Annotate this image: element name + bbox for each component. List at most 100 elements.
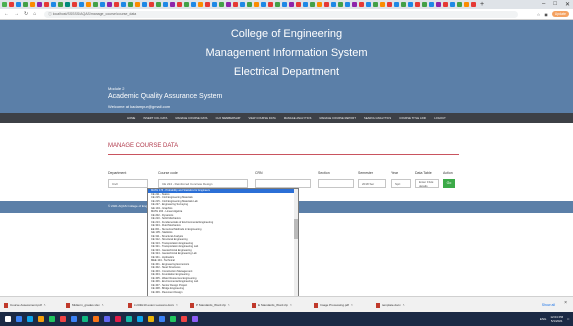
clock[interactable]: 12:04 PM 5/1/2021 (550, 315, 563, 323)
browser-tab-favicon[interactable] (205, 2, 210, 7)
browser-tab-favicon[interactable] (163, 2, 168, 7)
taskbar-app-icon[interactable] (181, 316, 187, 322)
browser-tab-favicon[interactable] (240, 2, 245, 7)
browser-tab-favicon[interactable] (352, 2, 357, 7)
browser-tab-favicon[interactable] (184, 2, 189, 7)
reload-icon[interactable]: ↻ (24, 11, 28, 17)
maximize-icon[interactable]: □ (553, 1, 557, 8)
home-icon[interactable]: ⌂ (33, 11, 36, 17)
browser-tab-favicon[interactable] (121, 2, 126, 7)
browser-tab-favicon[interactable] (72, 2, 77, 7)
go-button[interactable]: Go (443, 179, 455, 188)
browser-tab-favicon[interactable] (149, 2, 154, 7)
nav-item-0[interactable]: HOME (127, 117, 135, 120)
browser-tab-favicon[interactable] (338, 2, 343, 7)
taskbar-app-icon[interactable] (71, 316, 77, 322)
download-item[interactable]: P Standards_Word.zip ˄ (190, 302, 248, 308)
chevron-up-icon[interactable]: ˄ (351, 303, 353, 307)
year-select[interactable]: Spri (391, 179, 411, 188)
browser-tab-favicon[interactable] (51, 2, 56, 7)
taskbar-app-icon[interactable] (126, 316, 132, 322)
browser-tab-favicon[interactable] (310, 2, 315, 7)
crn-input[interactable] (255, 179, 311, 188)
taskbar-app-icon[interactable] (159, 316, 165, 322)
browser-tab-favicon[interactable] (275, 2, 280, 7)
taskbar-app-icon[interactable] (93, 316, 99, 322)
browser-tab-favicon[interactable] (128, 2, 133, 7)
browser-tab-favicon[interactable] (170, 2, 175, 7)
browser-tab-favicon[interactable] (254, 2, 259, 7)
new-tab-button[interactable]: + (480, 1, 484, 8)
chevron-up-icon[interactable]: ˄ (290, 303, 292, 307)
browser-tab-favicon[interactable] (450, 2, 455, 7)
browser-tab-favicon[interactable] (373, 2, 378, 7)
browser-tab-favicon[interactable] (345, 2, 350, 7)
course-code-select[interactable]: CE 224 - Reinforced Concrete Design (158, 179, 248, 188)
download-item[interactable]: LU43H10 exam Lessons.docx ˄ (128, 302, 186, 308)
chevron-up-icon[interactable]: ˄ (44, 303, 46, 307)
nav-item-2[interactable]: MANAGE COURSE DATA (175, 117, 207, 120)
browser-tab-favicon[interactable] (58, 2, 63, 7)
browser-tab-favicon[interactable] (422, 2, 427, 7)
show-all-downloads[interactable]: Show all (542, 303, 555, 307)
browser-tab-favicon[interactable] (296, 2, 301, 7)
browser-tab-favicon[interactable] (23, 2, 28, 7)
browser-tab-favicon[interactable] (2, 2, 7, 7)
taskbar-app-icon[interactable] (104, 316, 110, 322)
forward-icon[interactable]: → (14, 11, 19, 17)
browser-tab-favicon[interactable] (9, 2, 14, 7)
browser-tab-favicon[interactable] (415, 2, 420, 7)
browser-tab-favicon[interactable] (380, 2, 385, 7)
taskbar-app-icon[interactable] (115, 316, 121, 322)
browser-tab-favicon[interactable] (471, 2, 476, 7)
nav-item-9[interactable]: LOGOUT (434, 117, 446, 120)
chevron-up-icon[interactable]: ˄ (102, 303, 104, 307)
browser-tab-favicon[interactable] (226, 2, 231, 7)
course-code-dropdown[interactable]: MATH 176 - Probability and Statistics fo… (147, 188, 299, 298)
windows-start-icon[interactable] (5, 316, 11, 322)
dropdown-option[interactable]: CE 409 - Pavement Design (148, 291, 298, 295)
taskbar-app-icon[interactable] (16, 316, 22, 322)
browser-tab-favicon[interactable] (261, 2, 266, 7)
browser-tab-favicon[interactable] (289, 2, 294, 7)
department-select[interactable]: Civil (108, 179, 148, 188)
browser-tab-favicon[interactable] (212, 2, 217, 7)
data-table-select[interactable]: Enter FILE details (415, 179, 439, 188)
browser-tab-favicon[interactable] (282, 2, 287, 7)
download-item[interactable]: Midterm_grades.xlsx ˄ (66, 302, 124, 308)
section-input[interactable] (318, 179, 354, 188)
browser-tab-favicon[interactable] (79, 2, 84, 7)
nav-item-8[interactable]: COURSE TITLE LINK (399, 117, 426, 120)
dropdown-scroll-thumb[interactable] (294, 219, 298, 239)
close-downloads-icon[interactable]: × (564, 300, 567, 306)
browser-tab-favicon[interactable] (191, 2, 196, 7)
browser-tab-favicon[interactable] (44, 2, 49, 7)
extensions-icon[interactable]: ◼ (544, 12, 547, 17)
star-icon[interactable]: ☆ (537, 12, 541, 17)
download-item[interactable]: template.docx ˄ (376, 302, 434, 308)
chevron-up-icon[interactable]: ˄ (176, 303, 178, 307)
browser-tab-favicon[interactable] (16, 2, 21, 7)
browser-tab-favicon[interactable] (401, 2, 406, 7)
browser-tab-favicon[interactable] (114, 2, 119, 7)
browser-tab-favicon[interactable] (429, 2, 434, 7)
browser-tab-favicon[interactable] (324, 2, 329, 7)
semester-select[interactable]: 2018 Ser (358, 179, 386, 188)
taskbar-app-icon[interactable] (192, 316, 198, 322)
browser-tab-favicon[interactable] (233, 2, 238, 7)
taskbar-app-icon[interactable] (49, 316, 55, 322)
chevron-up-icon[interactable]: ˄ (228, 303, 230, 307)
browser-tab-favicon[interactable] (198, 2, 203, 7)
download-item[interactable]: Image Processing.pdf ˄ (314, 302, 372, 308)
browser-tab-favicon[interactable] (436, 2, 441, 7)
taskbar-app-icon[interactable] (137, 316, 143, 322)
browser-tab-favicon[interactable] (443, 2, 448, 7)
browser-tab-favicon[interactable] (142, 2, 147, 7)
nav-item-7[interactable]: SEARCH ANALYTICS (364, 117, 391, 120)
taskbar-app-icon[interactable] (82, 316, 88, 322)
nav-item-1[interactable]: INSERT COL DATA (143, 117, 167, 120)
browser-tab-favicon[interactable] (65, 2, 70, 7)
update-button[interactable]: Update (551, 11, 569, 17)
browser-tab-favicon[interactable] (86, 2, 91, 7)
taskbar-app-icon[interactable] (38, 316, 44, 322)
